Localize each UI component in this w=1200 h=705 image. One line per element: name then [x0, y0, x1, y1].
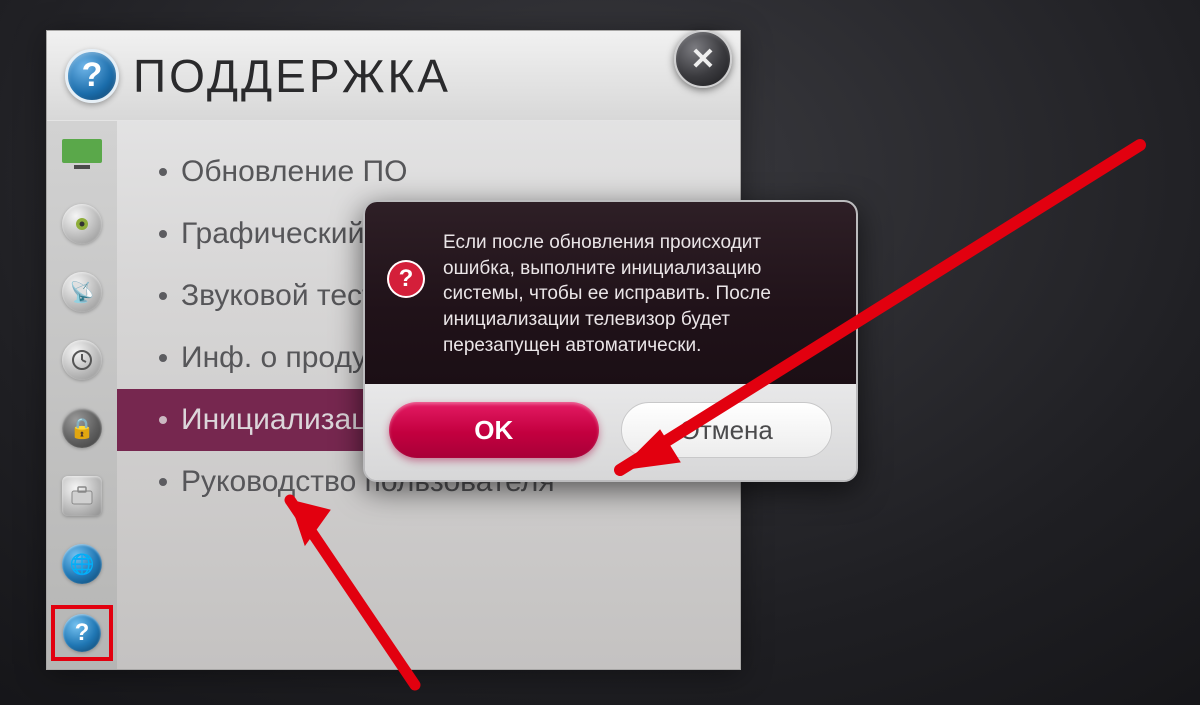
cancel-button-label: Отмена: [680, 415, 773, 446]
satellite-icon: 📡: [62, 272, 102, 312]
briefcase-icon: [62, 476, 102, 516]
sidebar-item-support[interactable]: ?: [51, 605, 113, 661]
bullet-icon: [159, 230, 167, 238]
globe-icon: 🌐: [62, 544, 102, 584]
bullet-icon: [159, 416, 167, 424]
bullet-icon: [159, 292, 167, 300]
menu-item-label: Обновление ПО: [181, 155, 407, 189]
ok-button-label: OK: [474, 415, 513, 446]
cancel-button[interactable]: Отмена: [621, 402, 833, 458]
dialog-footer: OK Отмена: [365, 384, 856, 480]
sidebar-item-picture[interactable]: [55, 129, 109, 183]
bullet-icon: [159, 354, 167, 362]
sidebar: 📡 🔒 🌐 ?: [47, 121, 117, 669]
menu-item-software-update[interactable]: Обновление ПО: [153, 141, 740, 203]
bullet-icon: [159, 478, 167, 486]
monitor-icon: [60, 137, 104, 176]
sidebar-item-time[interactable]: [55, 333, 109, 387]
speaker-icon: [62, 204, 102, 244]
confirm-dialog: ? Если после обновления происходит ошибк…: [363, 200, 858, 482]
dialog-body: ? Если после обновления происходит ошибк…: [365, 202, 856, 384]
close-icon: ✕: [690, 42, 715, 77]
sidebar-item-network[interactable]: 🌐: [55, 537, 109, 591]
question-icon: ?: [387, 260, 425, 298]
ok-button[interactable]: OK: [389, 402, 599, 458]
sidebar-item-option[interactable]: [55, 469, 109, 523]
page-title: ПОДДЕРЖКА: [133, 49, 451, 103]
dialog-message: Если после обновления происходит ошибка,…: [443, 230, 828, 358]
bullet-icon: [159, 168, 167, 176]
sidebar-item-sound[interactable]: [55, 197, 109, 251]
close-button[interactable]: ✕: [674, 30, 732, 88]
sidebar-item-lock[interactable]: 🔒: [55, 401, 109, 455]
support-header-icon: ?: [65, 49, 119, 103]
clock-icon: [62, 340, 102, 380]
sidebar-item-channel[interactable]: 📡: [55, 265, 109, 319]
lock-icon: 🔒: [62, 408, 102, 448]
menu-item-label: Звуковой тест: [181, 279, 376, 313]
panel-header: ? ПОДДЕРЖКА: [47, 31, 740, 121]
help-icon: ?: [63, 614, 101, 652]
